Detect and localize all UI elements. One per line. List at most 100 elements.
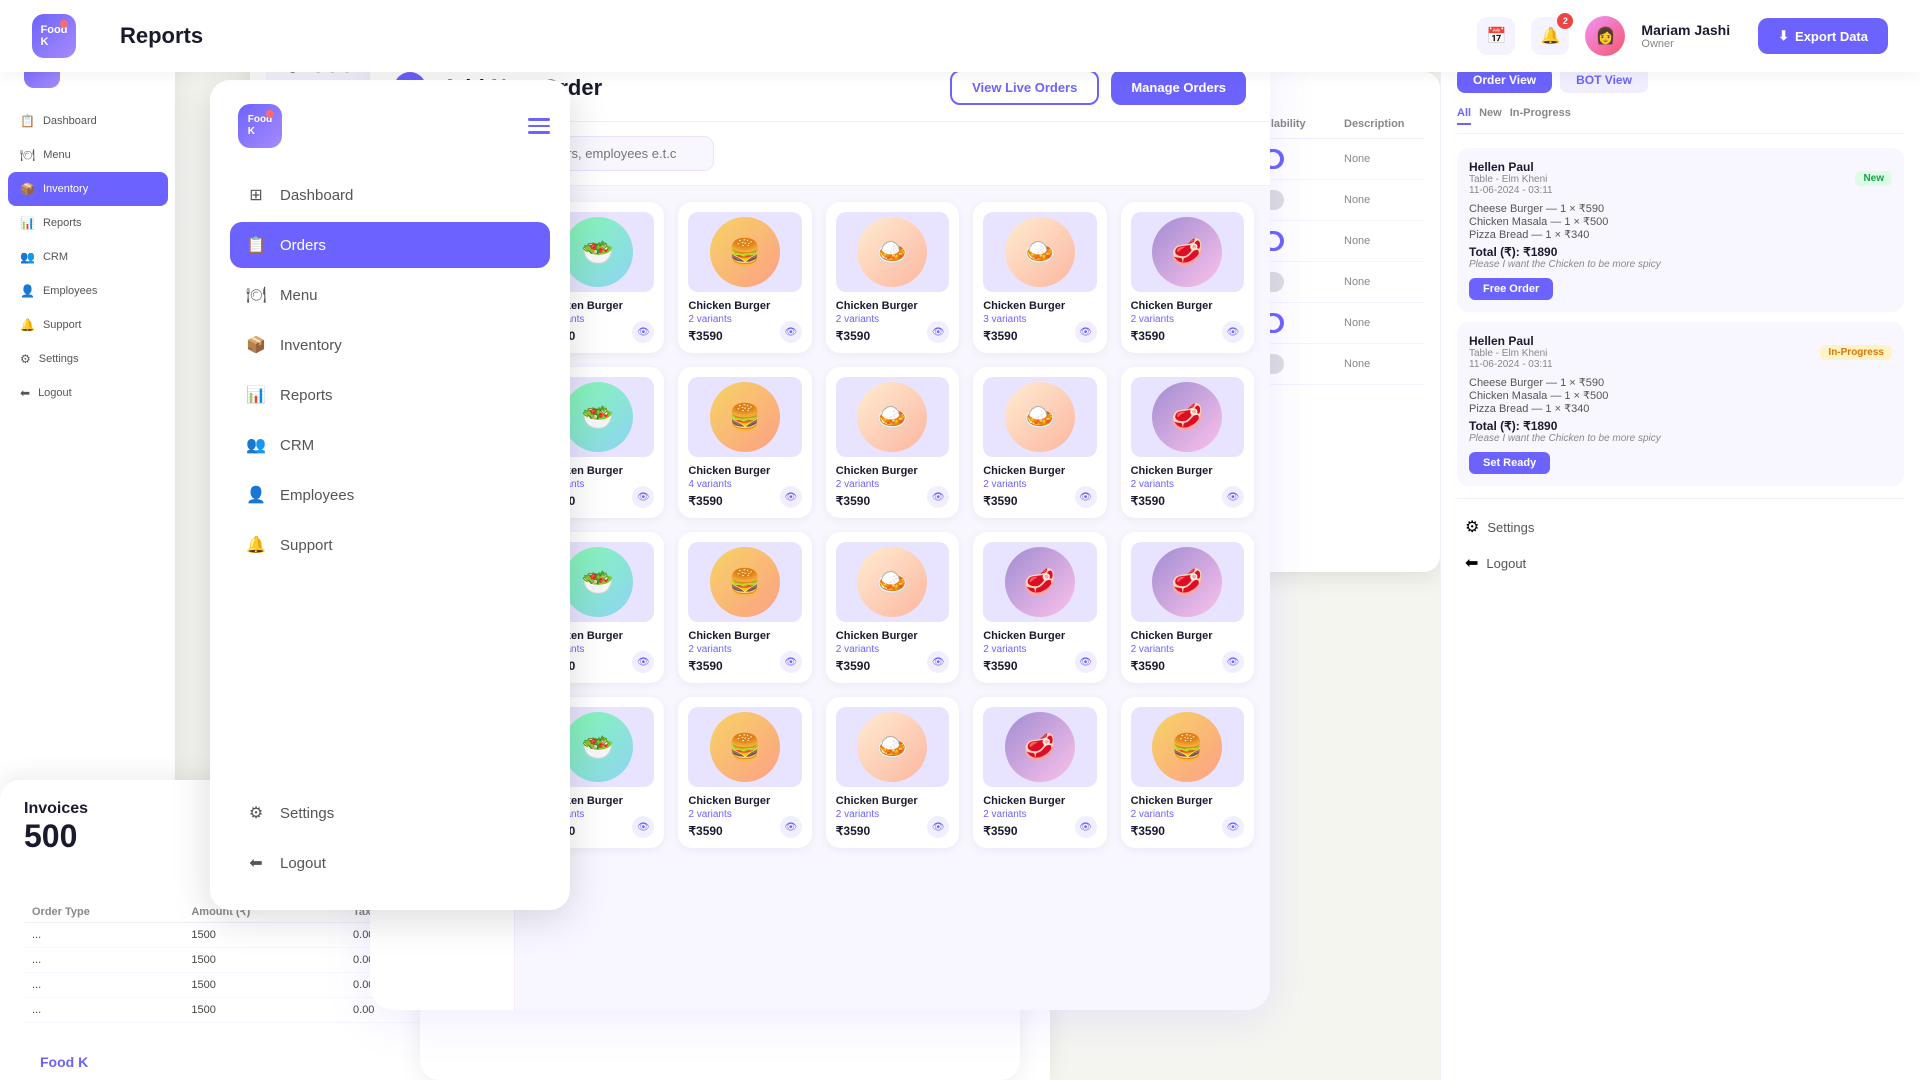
topbar-logo: FoodK	[32, 14, 76, 58]
lo-bottom-nav: ⚙ Settings ⬅ Logout	[1457, 498, 1904, 591]
sidebar-item-crm-label: CRM	[280, 437, 314, 454]
food-name-2: Chicken Burger	[836, 300, 949, 312]
food-card-17[interactable]: 🍛 Chicken Burger 2 variants ₹3590 👁	[826, 697, 959, 848]
food-eye-btn-19[interactable]: 👁	[1222, 816, 1244, 838]
lo-settings-link[interactable]: ⚙ Settings	[1457, 509, 1904, 545]
food-card-16[interactable]: 🍔 Chicken Burger 2 variants ₹3590 👁	[678, 697, 811, 848]
logo-dot	[60, 20, 68, 28]
order-2-status: In-Progress	[1820, 345, 1892, 360]
food-card-img-12: 🍛	[836, 542, 949, 622]
sidebar-item-orders[interactable]: 📋 Orders	[230, 222, 550, 268]
food-eye-btn-1[interactable]: 👁	[780, 321, 802, 343]
food-card-9[interactable]: 🥩 Chicken Burger 2 variants ₹3590 👁	[1121, 367, 1254, 518]
lo-logout-label: Logout	[1486, 556, 1526, 571]
export-button[interactable]: ⬇ Export Data	[1758, 18, 1888, 54]
filter-all[interactable]: All	[1457, 107, 1471, 125]
food-name-13: Chicken Burger	[983, 630, 1096, 642]
food-card-18[interactable]: 🥩 Chicken Burger 2 variants ₹3590 👁	[973, 697, 1106, 848]
sidebar-item-reports[interactable]: 📊 Reports	[230, 372, 550, 418]
order-2-ready-btn[interactable]: Set Ready	[1469, 452, 1550, 474]
food-eye-btn-9[interactable]: 👁	[1222, 486, 1244, 508]
food-img-12: 🍛	[857, 547, 927, 617]
order-1-accept-btn[interactable]: Free Order	[1469, 278, 1553, 300]
sidebar-item-reports-label: Reports	[280, 387, 333, 404]
sidebar-item-inventory[interactable]: 📦 Inventory	[230, 322, 550, 368]
sidebar-item-dashboard[interactable]: ⊞ Dashboard	[230, 172, 550, 218]
lo-logout-link[interactable]: ⬅ Logout	[1457, 545, 1904, 581]
manage-orders-button[interactable]: Manage Orders	[1111, 70, 1246, 105]
bg-nav-orders: 📋Dashboard	[8, 104, 168, 138]
food-card-img-8: 🍛	[983, 377, 1096, 457]
food-card-3[interactable]: 🍛 Chicken Burger 3 variants ₹3590 👁	[973, 202, 1106, 353]
food-name-8: Chicken Burger	[983, 465, 1096, 477]
food-img-1: 🍔	[710, 217, 780, 287]
bell-icon-btn[interactable]: 🔔 2	[1531, 17, 1569, 55]
food-card-11[interactable]: 🍔 Chicken Burger 2 variants ₹3590 👁	[678, 532, 811, 683]
hamburger-icon[interactable]	[528, 118, 550, 134]
employees-icon: 👤	[246, 485, 266, 505]
bottom-logo-text: Food K	[40, 1054, 88, 1070]
food-card-8[interactable]: 🍛 Chicken Burger 2 variants ₹3590 👁	[973, 367, 1106, 518]
order-2-actions[interactable]: Set Ready	[1469, 452, 1892, 474]
ham-line-1	[528, 118, 550, 121]
bg-nav-logout: ⬅Logout	[8, 376, 168, 410]
order-2-user: Hellen Paul	[1469, 334, 1553, 348]
food-card-4[interactable]: 🥩 Chicken Burger 2 variants ₹3590 👁	[1121, 202, 1254, 353]
food-eye-btn-14[interactable]: 👁	[1222, 651, 1244, 673]
bg-nav-reports: 📊Reports	[8, 206, 168, 240]
avatar: 👩	[1585, 16, 1625, 56]
order-1-item-2: Chicken Masala — 1 × ₹500	[1469, 215, 1892, 228]
food-card-7[interactable]: 🍛 Chicken Burger 2 variants ₹3590 👁	[826, 367, 959, 518]
food-card-1[interactable]: 🍔 Chicken Burger 2 variants ₹3590 👁	[678, 202, 811, 353]
food-eye-btn-11[interactable]: 👁	[780, 651, 802, 673]
food-card-img-7: 🍛	[836, 377, 949, 457]
food-name-19: Chicken Burger	[1131, 795, 1244, 807]
sidebar-item-crm[interactable]: 👥 CRM	[230, 422, 550, 468]
food-card-img-17: 🍛	[836, 707, 949, 787]
food-card-19[interactable]: 🍔 Chicken Burger 2 variants ₹3590 👁	[1121, 697, 1254, 848]
food-card-2[interactable]: 🍛 Chicken Burger 2 variants ₹3590 👁	[826, 202, 959, 353]
view-live-orders-button[interactable]: View Live Orders	[950, 70, 1099, 105]
food-card-12[interactable]: 🍛 Chicken Burger 2 variants ₹3590 👁	[826, 532, 959, 683]
sidebar-item-logout[interactable]: ⬅ Logout	[230, 840, 550, 886]
sidebar-item-orders-label: Orders	[280, 237, 326, 254]
food-card-img-13: 🥩	[983, 542, 1096, 622]
food-eye-btn-4[interactable]: 👁	[1222, 321, 1244, 343]
sidebar-logo-icon: FoodK	[238, 104, 282, 148]
lo-settings-icon: ⚙	[1465, 517, 1479, 537]
order-1-time: 11-06-2024 - 03:11	[1469, 185, 1553, 196]
filter-in-progress[interactable]: In-Progress	[1510, 107, 1571, 125]
food-img-19: 🍔	[1152, 712, 1222, 782]
food-card-13[interactable]: 🥩 Chicken Burger 2 variants ₹3590 👁	[973, 532, 1106, 683]
desc-drinks: None	[1344, 153, 1424, 165]
order-1-actions[interactable]: Free Order	[1469, 278, 1892, 300]
food-eye-btn-3[interactable]: 👁	[1075, 321, 1097, 343]
food-card-img-6: 🍔	[688, 377, 801, 457]
sidebar-item-menu[interactable]: 🍽 Menu	[230, 272, 550, 318]
food-img-3: 🍛	[1005, 217, 1075, 287]
food-eye-btn-8[interactable]: 👁	[1075, 486, 1097, 508]
food-eye-btn-18[interactable]: 👁	[1075, 816, 1097, 838]
filter-new[interactable]: New	[1479, 107, 1502, 125]
sidebar-item-support[interactable]: 🔔 Support	[230, 522, 550, 568]
food-img-8: 🍛	[1005, 382, 1075, 452]
ham-line-3	[528, 131, 550, 134]
sidebar-item-employees[interactable]: 👤 Employees	[230, 472, 550, 518]
food-name-11: Chicken Burger	[688, 630, 801, 642]
bottom-logo: Food K	[40, 1054, 88, 1070]
food-eye-btn-6[interactable]: 👁	[780, 486, 802, 508]
food-card-img-3: 🍛	[983, 212, 1096, 292]
bg-nav-inventory: 📦Inventory	[8, 172, 168, 206]
order-1-user: Hellen Paul	[1469, 160, 1553, 174]
food-card-img-2: 🍛	[836, 212, 949, 292]
food-card-14[interactable]: 🥩 Chicken Burger 2 variants ₹3590 👁	[1121, 532, 1254, 683]
order-1-table: Table - Elm Kheni	[1469, 174, 1553, 185]
reports-icon: 📊	[246, 385, 266, 405]
inv-amount-2: 1500	[183, 973, 345, 998]
calendar-icon-btn[interactable]: 📅	[1477, 17, 1515, 55]
food-eye-btn-13[interactable]: 👁	[1075, 651, 1097, 673]
food-eye-btn-16[interactable]: 👁	[780, 816, 802, 838]
order-2-item-2: Chicken Masala — 1 × ₹500	[1469, 389, 1892, 402]
food-card-6[interactable]: 🍔 Chicken Burger 4 variants ₹3590 👁	[678, 367, 811, 518]
sidebar-item-settings[interactable]: ⚙ Settings	[230, 790, 550, 836]
